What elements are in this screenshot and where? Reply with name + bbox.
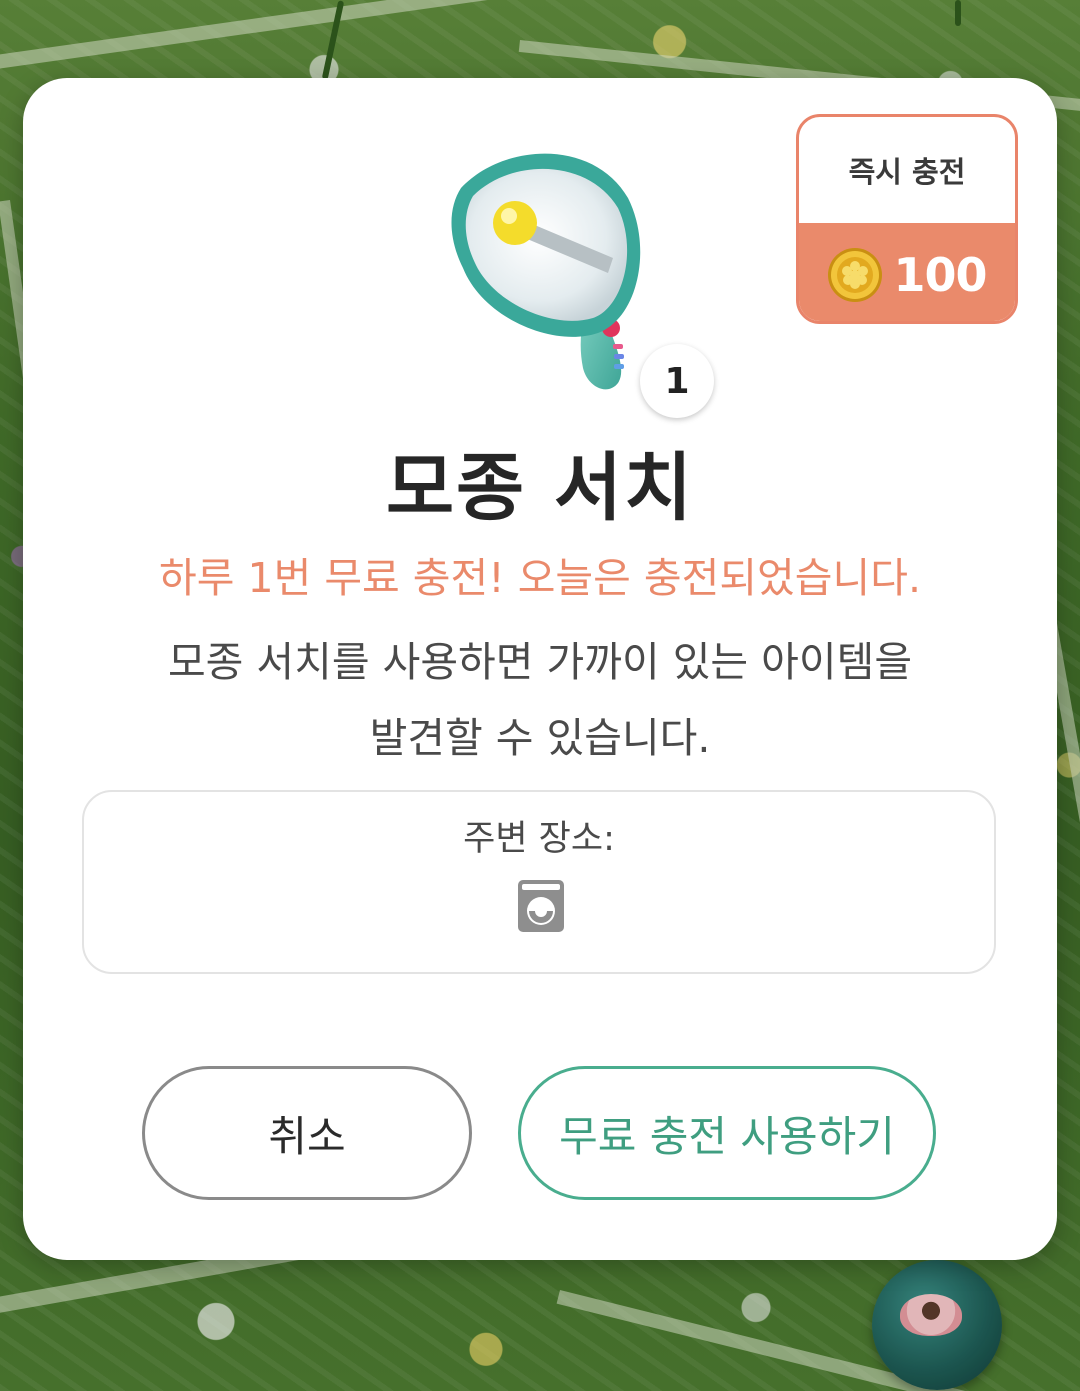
item-use-dialog: 1 즉시 충전 100 모종 서치 하루 1번 무료 충전! 오늘은 충전되었습… (23, 78, 1057, 1260)
price-value: 100 (893, 248, 987, 302)
instant-charge-label: 즉시 충전 (848, 155, 966, 189)
nearby-places-panel: 주변 장소: (82, 790, 996, 974)
cancel-button[interactable]: 취소 (142, 1066, 472, 1200)
instant-charge-price: 100 (799, 223, 1015, 321)
description-line-1: 모종 서치를 사용하면 가까이 있는 아이템을 (167, 638, 913, 686)
free-charge-notice: 하루 1번 무료 충전! 오늘은 충전되었습니다. (159, 554, 921, 602)
washing-machine-icon (518, 880, 564, 932)
megaphone-icon (451, 153, 641, 390)
use-free-charge-button[interactable]: 무료 충전 사용하기 (518, 1066, 936, 1200)
instant-charge-button[interactable]: 즉시 충전 100 (796, 114, 1018, 324)
dialog-title: 모종 서치 (385, 445, 695, 531)
dialog-description: 모종 서치를 사용하면 가까이 있는 아이템을 발견할 수 있습니다. (113, 624, 967, 776)
game-screen: 1 즉시 충전 100 모종 서치 하루 1번 무료 충전! 오늘은 충전되었습… (0, 0, 1080, 1391)
gold-coin-icon (828, 248, 883, 302)
nearby-places-label: 주변 장소: (463, 819, 615, 859)
description-line-2: 발견할 수 있습니다. (369, 714, 711, 762)
item-count-badge: 1 (640, 344, 714, 418)
